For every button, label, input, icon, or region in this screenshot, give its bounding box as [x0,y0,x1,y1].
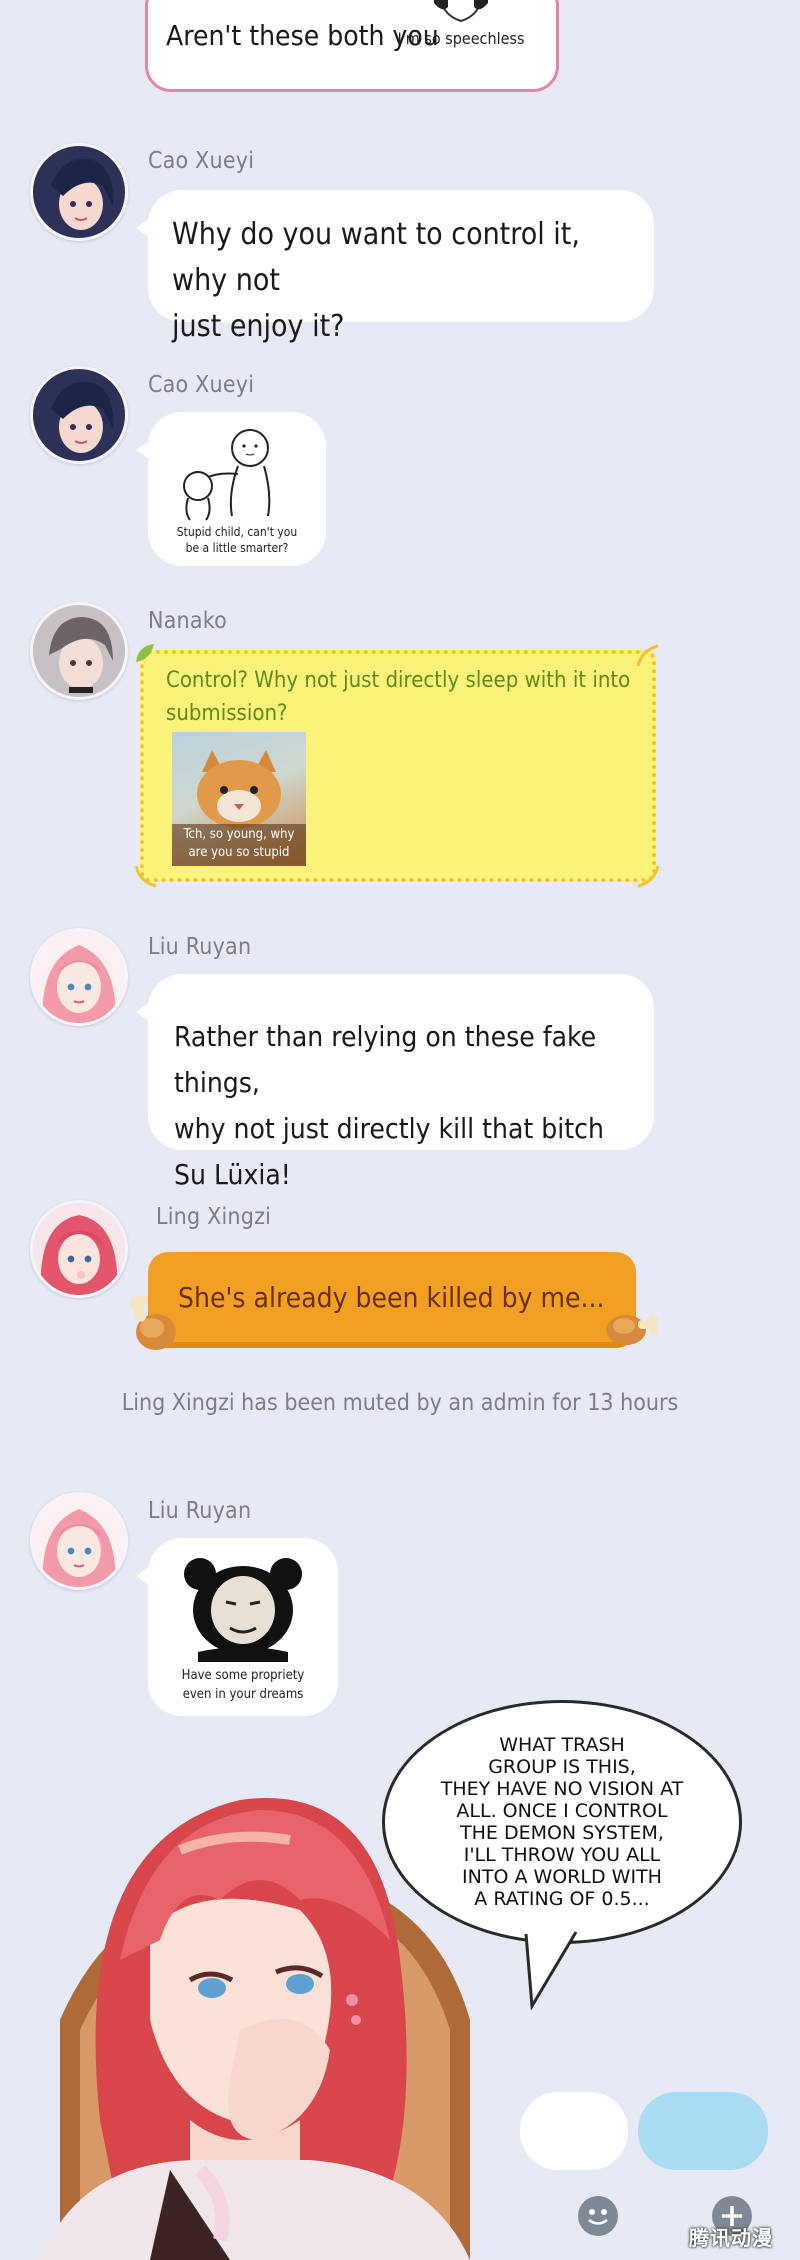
speech-bubble-text: WHAT TRASH GROUP IS THIS, THEY HAVE NO V… [440,1734,684,1910]
cat-sticker[interactable]: Tch, so young, why are you so stupid [172,732,306,866]
watermark: 腾讯动漫 [689,2226,773,2250]
panda-meme-sticker-icon [184,1558,302,1662]
message-text: Control? Why not just directly sleep wit… [166,668,631,726]
drumstick-right-icon [606,1315,658,1345]
avatar-ling-xingzi[interactable] [30,1200,128,1298]
smiley-icon[interactable] [578,2196,618,2236]
nanako-portrait-icon [33,605,125,697]
message-text: She's already been killed by me... [178,1281,605,1314]
sticker-bubble[interactable]: Stupid child, can't you be a little smar… [136,412,326,566]
message-text: Rather than relying on these fake things… [174,1020,604,1191]
corner-flourish-icon [636,644,659,667]
speechless-caption: I'm so speechless [397,29,525,48]
speech-bubble-tail [524,1930,578,2010]
avatar-cao-xueyi[interactable] [30,366,128,464]
sender-name: Liu Ruyan [148,934,252,960]
avatar-nanako[interactable] [30,602,128,700]
message-bubble[interactable]: Why do you want to control it, why not j… [136,190,654,344]
top-message-bubble: Aren't these both you I'm so speechless [145,0,559,92]
stick-figure-sticker-icon [183,429,271,521]
cao-xueyi-portrait-icon [33,369,125,461]
liu-ruyan-portrait-icon [33,1495,125,1587]
sender-name: Nanako [148,608,227,634]
cao-xueyi-portrait-icon [33,146,125,238]
message-input[interactable] [520,2092,628,2170]
sender-name: Cao Xueyi [148,148,255,174]
liu-ruyan-portrait-icon [33,931,125,1023]
avatar-liu-ruyan[interactable] [30,928,128,1026]
sticker-caption: Stupid child, can't you be a little smar… [176,525,298,555]
avatar-liu-ruyan[interactable] [30,1492,128,1590]
cat-sticker-caption: Tch, so young, why are you so stupid [183,827,295,860]
message-text: Why do you want to control it, why not j… [172,217,580,344]
corner-flourish-icon [134,865,157,888]
sender-name: Liu Ruyan [148,1498,252,1524]
speechless-sticker: I'm so speechless [386,0,536,53]
ling-xingzi-bubble[interactable]: She's already been killed by me... [148,1252,636,1348]
speech-bubble: WHAT TRASH GROUP IS THIS, THEY HAVE NO V… [382,1700,742,1944]
sticker-caption: Have some propriety even in your dreams [181,1668,305,1702]
sticker-bubble[interactable]: Have some propriety even in your dreams [136,1538,338,1716]
system-notice: Ling Xingzi has been muted by an admin f… [121,1390,679,1416]
ling-xingzi-portrait-icon [33,1203,125,1295]
avatar-cao-xueyi[interactable] [30,143,128,241]
nanako-bubble[interactable]: Control? Why not just directly sleep wit… [134,644,660,888]
drumstick-left-icon [130,1296,176,1350]
send-button[interactable] [638,2092,768,2170]
leaf-decoration-icon [136,644,154,662]
sender-name: Cao Xueyi [148,372,255,398]
message-bubble[interactable]: Rather than relying on these fake things… [136,974,654,1191]
corner-flourish-icon [637,865,660,888]
sender-name: Ling Xingzi [156,1204,272,1230]
